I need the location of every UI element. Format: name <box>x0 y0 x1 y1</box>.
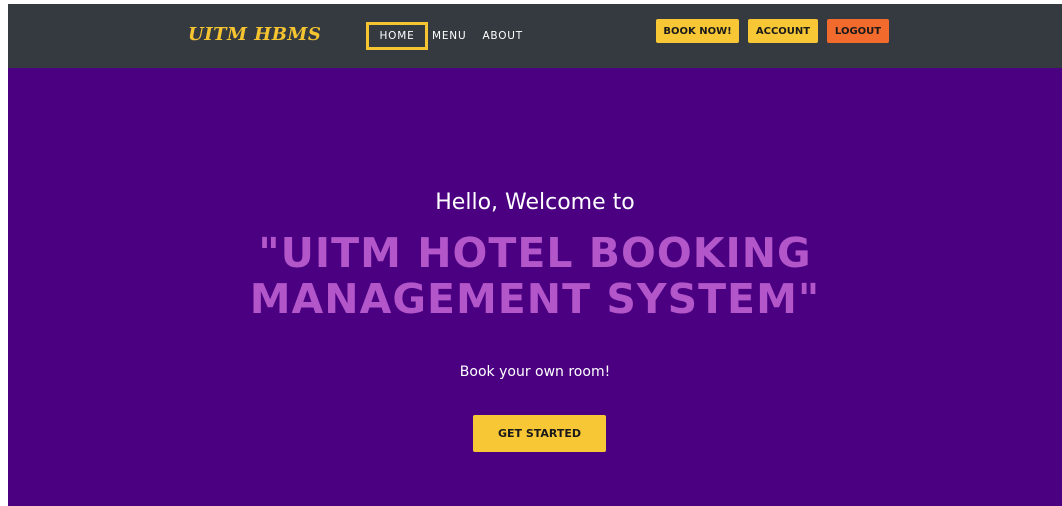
nav-links: HOME MENU ABOUT <box>366 22 539 50</box>
hero-tagline: Book your own room! <box>459 364 611 380</box>
get-started-button[interactable]: GET STARTED <box>473 415 606 452</box>
nav-about[interactable]: ABOUT <box>482 30 523 42</box>
logout-button[interactable]: LOGOUT <box>827 19 889 43</box>
nav-home[interactable]: HOME <box>366 22 428 50</box>
hero-title-line-2: MANAGEMENT SYSTEM" <box>249 275 821 323</box>
book-now-button[interactable]: BOOK NOW! <box>656 19 739 43</box>
account-button[interactable]: ACCOUNT <box>748 19 818 43</box>
nav-menu[interactable]: MENU <box>432 30 466 42</box>
hero-title: "UITM HOTEL BOOKING MANAGEMENT SYSTEM" <box>8 230 1062 322</box>
hero-section: Hello, Welcome to "UITM HOTEL BOOKING MA… <box>8 68 1062 506</box>
navbar: UITM HBMS HOME MENU ABOUT BOOK NOW! ACCO… <box>8 4 1062 68</box>
hero-greeting: Hello, Welcome to <box>435 190 635 215</box>
brand-logo[interactable]: UITM HBMS <box>188 24 321 45</box>
page: UITM HBMS HOME MENU ABOUT BOOK NOW! ACCO… <box>8 4 1062 506</box>
navbar-actions: BOOK NOW! ACCOUNT LOGOUT <box>656 19 889 43</box>
hero-title-line-1: "UITM HOTEL BOOKING <box>258 229 812 277</box>
